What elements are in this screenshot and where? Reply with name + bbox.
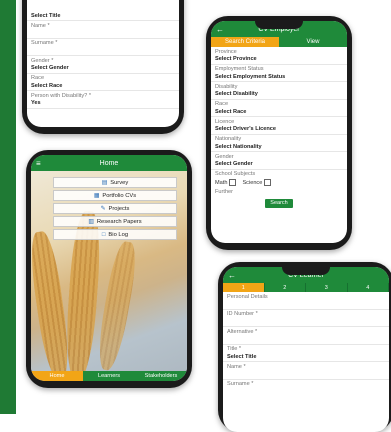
field-label: Personal Details	[227, 293, 268, 300]
tab-search-criteria[interactable]: Search Criteria	[211, 37, 279, 47]
home-menu-label: Bio Log	[108, 231, 129, 238]
back-arrow-icon[interactable]: ←	[228, 271, 236, 280]
step-tab-1[interactable]: 1	[223, 283, 265, 292]
tools-icon: ✎	[100, 205, 106, 212]
text-input[interactable]	[223, 370, 389, 380]
further-label: Further	[215, 188, 234, 195]
home-screen: ≡ Home ▤ Survey ▦ Portfolio CVs ✎ Projects ▥ Re…	[31, 155, 187, 381]
home-menu-label: Projects	[108, 205, 130, 212]
science-checkbox[interactable]	[264, 178, 272, 186]
nav-home[interactable]: Home	[31, 371, 83, 381]
home-appbar: ≡ Home	[31, 155, 187, 171]
field-label: Race	[215, 101, 229, 107]
home-menu: ▤ Survey ▦ Portfolio CVs ✎ Projects ▥ Research …	[53, 177, 177, 242]
field-label: Name *	[31, 22, 50, 29]
field-label: ID Number *	[227, 311, 258, 317]
home-menu-label: Portfolio CVs	[102, 192, 137, 199]
paper-icon: ▥	[88, 218, 94, 225]
field-label: Gender	[215, 153, 234, 160]
home-menu-item[interactable]: ▥ Research Papers	[53, 216, 177, 227]
cv-icon: ▦	[93, 192, 100, 199]
step-tab-2[interactable]: 2	[264, 283, 306, 292]
home-menu-label: Survey	[110, 179, 129, 186]
cv-learner-fields: Personal Details ID Number * Alternative *…	[223, 292, 389, 387]
phone-notch	[282, 267, 330, 275]
field-label: Name *	[227, 363, 246, 370]
cv-employer-tabs: Search Criteria View	[211, 37, 347, 47]
text-input[interactable]	[223, 317, 389, 327]
select-field[interactable]: Yes	[27, 99, 179, 109]
field-label: Surname *	[31, 40, 58, 46]
menu-icon[interactable]: ≡	[36, 159, 41, 168]
home-bottom-nav: Home Learners Stakeholders	[31, 371, 187, 381]
select-field[interactable]: Select Province	[211, 55, 347, 65]
select-field[interactable]: Select Nationality	[211, 142, 347, 152]
field-label: Province	[215, 48, 237, 55]
text-input[interactable]	[27, 29, 179, 39]
cv-employer-screen: ← CV Employer Search Criteria View Provi…	[211, 21, 347, 243]
select-field[interactable]: Select Driver's Licence	[211, 125, 347, 135]
field-label: Race	[31, 75, 45, 81]
step-tab-4[interactable]: 4	[347, 283, 389, 292]
field-label: Person with Disability? *	[31, 92, 92, 99]
subjects-checkboxes: Math Science	[211, 177, 347, 187]
corn-cob-image	[31, 229, 74, 381]
select-field[interactable]: Select Gender	[27, 64, 179, 74]
select-field[interactable]: Select Race	[211, 107, 347, 117]
phone-notch	[255, 21, 303, 29]
survey-icon: ▤	[101, 179, 108, 186]
field-label: Gender *	[31, 57, 54, 64]
home-menu-item[interactable]: ▤ Survey	[53, 177, 177, 188]
home-menu-label: Research Papers	[96, 218, 142, 225]
text-input[interactable]	[223, 300, 389, 310]
phone-registration-form: Select Title Name * Surname * Gender * Selec…	[22, 0, 184, 134]
field-label: Surname *	[227, 381, 254, 387]
math-checkbox[interactable]	[229, 178, 237, 186]
select-field[interactable]: Select Disability	[211, 90, 347, 100]
home-menu-item[interactable]: □ Bio Log	[53, 229, 177, 240]
brand-stripe	[0, 0, 16, 414]
back-arrow-icon[interactable]: ←	[216, 25, 224, 34]
math-checkbox-label[interactable]: Math	[215, 178, 237, 186]
field-label: Title *	[227, 346, 242, 352]
cv-learner-step-tabs: 1 2 3 4	[223, 283, 389, 292]
nav-learners[interactable]: Learners	[83, 371, 135, 381]
field-label: Nationality	[215, 136, 242, 142]
phone-home: ≡ Home ▤ Survey ▦ Portfolio CVs ✎ Projects ▥ Re…	[26, 150, 192, 388]
field-label: Employment Status	[215, 66, 264, 72]
nav-stakeholders[interactable]: Stakeholders	[135, 371, 187, 381]
select-field[interactable]: Select Gender	[211, 160, 347, 170]
registration-form-fields: Select Title Name * Surname * Gender * Selec…	[27, 0, 179, 109]
select-field[interactable]: Select Employment Status	[211, 72, 347, 82]
text-input[interactable]	[223, 335, 389, 345]
cv-learner-screen: ← CV Learner 1 2 3 4 Personal Details ID …	[223, 267, 389, 432]
field-label: Alternative *	[227, 328, 258, 335]
select-field[interactable]: Select Title	[223, 352, 389, 362]
search-criteria-fields: Province Select Province Employment Status…	[211, 47, 347, 177]
search-button[interactable]: Search	[265, 198, 293, 208]
phone-cv-employer: ← CV Employer Search Criteria View Provi…	[206, 16, 352, 250]
phone-cv-learner: ← CV Learner 1 2 3 4 Personal Details ID …	[218, 262, 391, 432]
log-icon: □	[101, 231, 106, 238]
science-checkbox-label[interactable]: Science	[242, 178, 272, 186]
registration-screen: Select Title Name * Surname * Gender * Selec…	[27, 0, 179, 127]
corn-cob-image	[93, 239, 141, 373]
field-label: Licence	[215, 118, 235, 125]
home-menu-item[interactable]: ✎ Projects	[53, 203, 177, 214]
select-field[interactable]: Select Race	[27, 81, 179, 91]
home-title: Home	[99, 159, 119, 167]
select-field[interactable]: Select Title	[27, 11, 179, 21]
field-label: Disability	[215, 83, 238, 90]
step-tab-3[interactable]: 3	[306, 283, 348, 292]
text-input[interactable]	[27, 46, 179, 56]
tab-view[interactable]: View	[279, 37, 347, 47]
field-label: School Subjects	[215, 171, 256, 177]
home-menu-item[interactable]: ▦ Portfolio CVs	[53, 190, 177, 201]
